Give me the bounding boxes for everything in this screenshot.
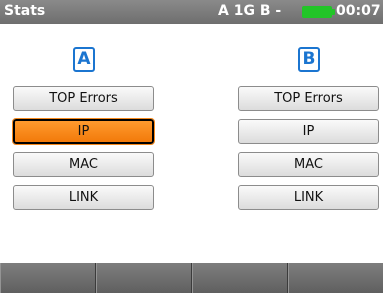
softkey-bar [0,263,383,293]
status-bar: Stats A 1G B - 00:07 [0,0,383,24]
port-a-top-errors-button[interactable]: TOP Errors [13,86,154,111]
page-title: Stats [4,3,46,19]
softkey-1[interactable] [0,263,96,293]
port-b-ip-button[interactable]: IP [238,119,379,144]
port-b-stats-column: TOP Errors IP MAC LINK [238,86,379,218]
port-a-badge: A [73,47,95,72]
port-a-stats-column: TOP Errors IP MAC LINK [12,86,155,218]
battery-icon [302,6,335,18]
port-a-mac-button[interactable]: MAC [13,152,154,177]
port-b-badge: B [298,47,320,72]
port-b-top-errors-button[interactable]: TOP Errors [238,86,379,111]
port-b-link-button[interactable]: LINK [238,185,379,210]
port-link-status: A 1G B - [218,3,282,19]
softkey-3[interactable] [192,263,288,293]
port-a-ip-button[interactable]: IP [12,118,155,145]
port-b-mac-button[interactable]: MAC [238,152,379,177]
softkey-2[interactable] [96,263,192,293]
port-a-link-button[interactable]: LINK [13,185,154,210]
softkey-4[interactable] [288,263,383,293]
clock-time: 00:07 [336,3,381,19]
